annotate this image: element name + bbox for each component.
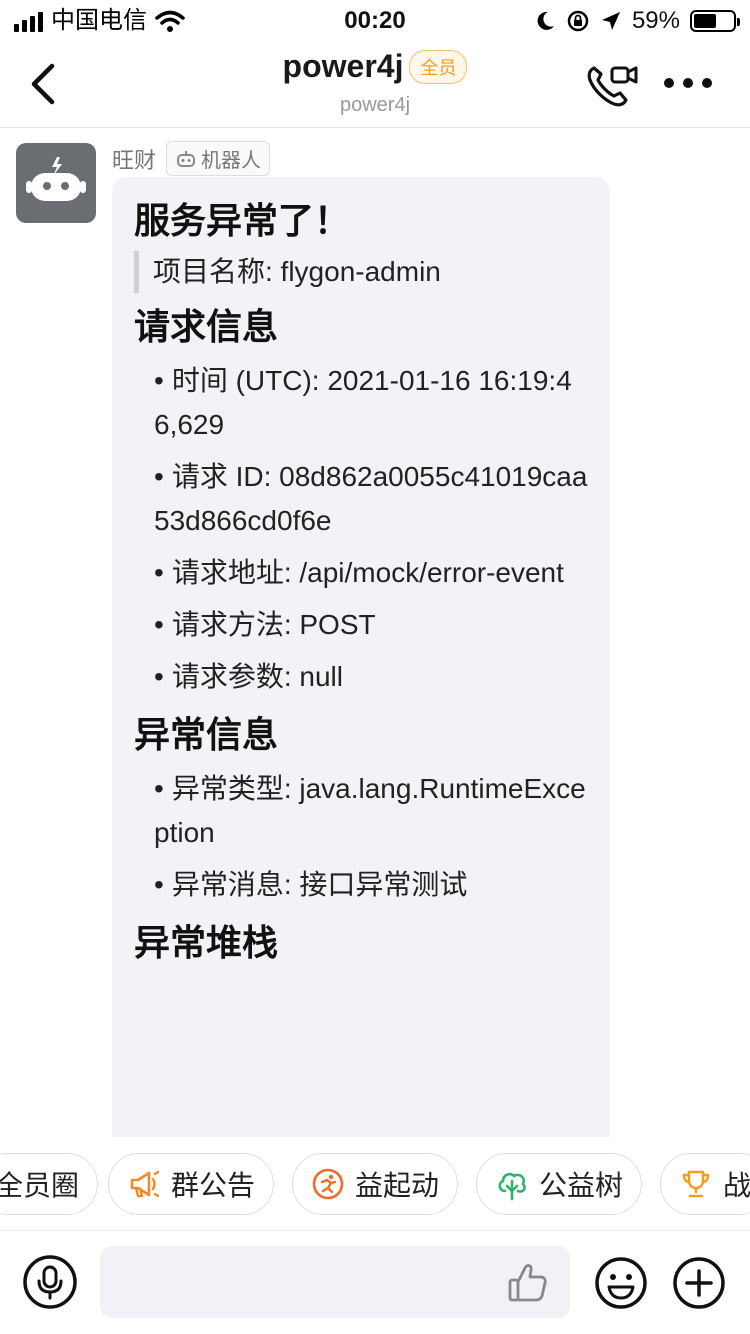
battery-fill <box>694 14 717 28</box>
message-title: 服务异常了！ <box>134 200 351 241</box>
quick-action-charity-run[interactable]: 益起动 <box>292 1153 459 1215</box>
quick-action-charity-tree[interactable]: 公益树 <box>476 1153 643 1215</box>
location-icon <box>601 12 620 30</box>
member-badge: 全员 <box>409 49 468 84</box>
tree-icon <box>498 1172 526 1201</box>
megaphone-icon <box>130 1170 160 1198</box>
battery-icon <box>690 10 740 32</box>
quick-action-trophy[interactable]: 战 <box>660 1153 750 1215</box>
emoji-icon[interactable] <box>594 1256 648 1310</box>
quick-action-announcement[interactable]: 群公告 <box>108 1153 275 1215</box>
message-bubble[interactable]: 服务异常了！ 项目名称: flygon-admin 请求信息 • 时间 (UTC)… <box>112 177 610 1137</box>
quick-actions-bar[interactable]: 全员圈 群公告 益起动 公益树 战 <box>0 1137 750 1231</box>
message-input[interactable] <box>100 1246 570 1318</box>
chat-header: power4j 全员 power4j <box>0 42 750 128</box>
quick-action-label: 益起动 <box>355 1170 440 1201</box>
robot-tag-label: 机器人 <box>201 150 262 172</box>
quick-action-label: 全员圈 <box>0 1170 80 1201</box>
section-heading: 请求信息 <box>134 306 279 347</box>
project-quote: 项目名称: flygon-admin <box>134 251 588 293</box>
list-item: • 异常类型: java.lang.RuntimeException <box>154 773 586 848</box>
robot-icon <box>177 150 196 167</box>
list-item: • 请求方法: POST <box>154 609 376 640</box>
input-bar <box>0 1232 750 1334</box>
thumbs-up-icon[interactable] <box>506 1260 550 1304</box>
list-item: • 请求参数: null <box>154 661 343 692</box>
robot-tag: 机器人 <box>166 141 271 176</box>
status-right: 59% <box>534 6 740 36</box>
chat-area[interactable]: 旺财 机器人 服务异常了！ 项目名称: flygon-admin 请求信息 • 时… <box>0 129 750 1137</box>
status-bar: 中国电信 00:20 59% <box>0 0 750 42</box>
sender-name: 旺财 <box>112 147 157 173</box>
robot-avatar-icon <box>26 157 86 201</box>
list-item: • 异常消息: 接口异常测试 <box>154 869 468 900</box>
quick-action-label: 群公告 <box>171 1170 256 1201</box>
list-item: • 时间 (UTC): 2021-01-16 16:19:46,629 <box>154 365 572 440</box>
microphone-icon[interactable] <box>22 1254 78 1310</box>
quick-action-label: 公益树 <box>539 1170 624 1201</box>
more-icon[interactable] <box>664 78 712 90</box>
group-name: power4j <box>282 48 404 84</box>
battery-percent: 59% <box>631 7 680 34</box>
video-call-icon[interactable] <box>586 62 638 108</box>
plus-icon[interactable] <box>672 1256 726 1310</box>
list-item: • 请求 ID: 08d862a0055c41019caa53d866cd0f6e <box>154 461 588 536</box>
run-icon <box>312 1168 344 1200</box>
quick-action-label: 战 <box>722 1170 750 1201</box>
rotation-lock-icon <box>567 10 589 32</box>
list-item: • 请求地址: /api/mock/error-event <box>154 557 564 588</box>
quick-action-circle[interactable]: 全员圈 <box>0 1153 99 1215</box>
trophy-icon <box>682 1170 710 1198</box>
section-heading: 异常信息 <box>134 714 279 755</box>
section-heading: 异常堆栈 <box>134 922 279 963</box>
moon-icon <box>537 11 554 30</box>
bot-avatar[interactable] <box>16 143 96 223</box>
sender-line: 旺财 机器人 <box>112 141 271 176</box>
